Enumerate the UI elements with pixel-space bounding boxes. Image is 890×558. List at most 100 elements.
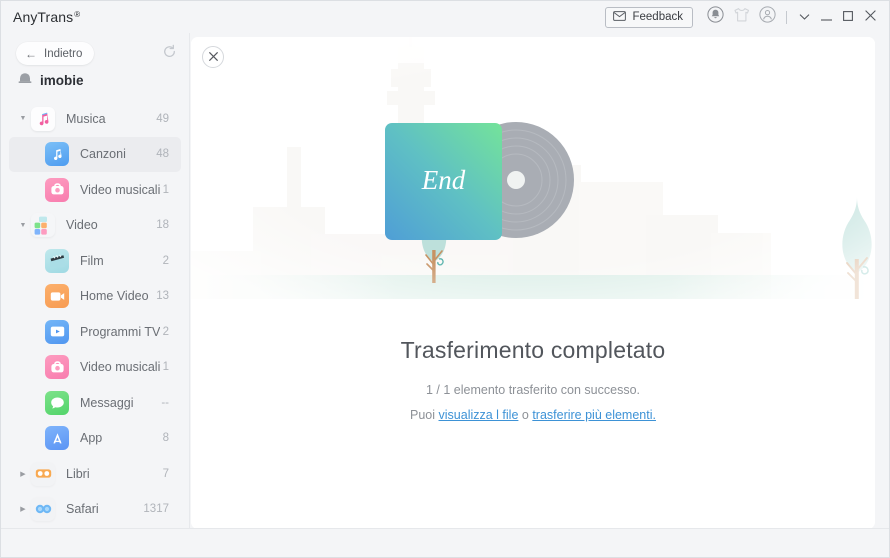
sidebar-item-count: 48 [156,148,169,161]
title-bar: AnyTrans ® Feedback [1,1,889,33]
divider [786,10,787,24]
chevron-down-icon[interactable]: ▼ [15,222,31,229]
sidebar-item-count: 18 [156,219,169,232]
theme-button[interactable] [728,4,754,30]
account-button[interactable] [754,4,780,30]
chevron-right-icon[interactable]: ▶ [15,505,31,513]
sidebar-item-label: Safari [66,502,99,517]
sidebar-item-label: Messaggi [80,395,134,410]
sidebar: ← Indietro imobie ▼ Musica 49 Canzoni 48… [1,33,190,557]
music-video-icon [45,355,69,380]
app-store-icon [45,426,69,451]
device-row[interactable]: imobie [18,71,84,89]
sidebar-nav: ▼ Musica 49 ▼ Canzoni 48 ▼Video musicali1 ▼Vide… [1,101,189,557]
music-video-icon [45,177,69,202]
maximize-button[interactable] [837,4,859,30]
sidebar-item-count: 13 [156,290,169,303]
status-bar [1,528,889,557]
device-name: imobie [40,72,84,88]
sidebar-item-label: Home Video [80,289,149,304]
view-file-link[interactable]: visualizza l file [439,408,519,422]
sidebar-item-label: Canzoni [80,147,126,162]
app-brand: AnyTrans ® [13,9,80,25]
registered-mark: ® [74,10,81,19]
sidebar-item-count: 1317 [143,503,169,516]
sidebar-item-count: 1 [162,361,169,374]
chevron-right-icon[interactable]: ▶ [15,470,31,478]
menu-dropdown-button[interactable] [793,4,815,30]
device-icon [18,71,32,89]
sidebar-item-messaggi[interactable]: ▼Messaggi-- [9,385,181,421]
sidebar-item-label: Film [80,253,104,268]
sidebar-item-label: Video [66,218,98,233]
feedback-label: Feedback [632,11,683,23]
sidebar-item-count: -- [161,396,169,409]
sidebar-item-count: 7 [162,467,169,480]
sidebar-item-count: 49 [156,112,169,125]
transfer-more-link[interactable]: trasferire più elementi. [532,408,656,422]
maximize-icon [843,8,853,26]
sidebar-item-count: 8 [162,432,169,445]
back-button-label: Indietro [44,47,83,60]
music-icon [31,106,55,131]
sidebar-item-count: 2 [162,254,169,267]
sidebar-item-label: Video musicali [80,360,161,375]
tv-show-icon [45,319,69,344]
sidebar-item-film[interactable]: ▼Film2 [9,243,181,279]
title-bar-controls: Feedback [605,4,889,30]
account-icon [758,6,776,28]
sidebar-item-video-musicali[interactable]: ▼Video musicali1 [9,172,181,208]
completion-subtitle: 1 / 1 elemento trasferito con successo. [426,383,640,397]
sidebar-item-count: 2 [162,325,169,338]
close-icon [208,48,218,66]
sidebar-item-count: 1 [162,183,169,196]
sidebar-item-video-musicali[interactable]: ▼Video musicali1 [9,350,181,386]
sidebar-item-label: Libri [66,466,90,481]
refresh-button[interactable] [159,43,180,64]
chevron-down-icon[interactable]: ▼ [15,115,31,122]
links-prefix: Puoi [410,408,439,422]
links-middle: o [518,408,533,422]
sidebar-item-label: Programmi TV [80,324,161,339]
messages-icon [45,390,69,415]
app-brand-name: AnyTrans [13,9,74,25]
song-icon [45,142,69,167]
film-icon [45,248,69,273]
sidebar-item-video[interactable]: ▼ Video 18 [9,208,181,244]
arrow-left-icon: ← [25,46,37,61]
sidebar-item-home-video[interactable]: ▼Home Video13 [9,279,181,315]
transfer-result-panel: End Trasferimento completato 1 / 1 eleme… [191,37,875,529]
sidebar-item-app[interactable]: ▼App8 [9,421,181,457]
sidebar-item-label: App [80,431,103,446]
video-group-icon [31,213,55,238]
chevron-down-icon [799,8,810,26]
sidebar-item-programmi-tv[interactable]: ▼Programmi TV2 [9,314,181,350]
back-button[interactable]: ← Indietro [16,42,95,65]
bell-icon [706,6,724,28]
panel-close-button[interactable] [202,46,224,68]
shirt-icon [733,7,750,28]
sidebar-item-safari[interactable]: ▶ Safari 1317 [9,492,181,528]
window-close-button[interactable] [859,4,881,30]
sidebar-header: ← Indietro imobie [1,33,189,101]
sidebar-item-canzoni[interactable]: ▼Canzoni48 [9,136,181,172]
books-icon [31,461,55,486]
close-icon [864,8,876,26]
sidebar-item-label: Video musicali [80,182,161,197]
safari-icon [31,497,55,522]
notifications-button[interactable] [702,4,728,30]
envelope-icon [613,10,627,24]
anytrans-window: AnyTrans ® Feedback ← Indietro imobie ▼ … [0,0,890,558]
sidebar-item-libri[interactable]: ▶ Libri 7 [9,456,181,492]
completion-title: Trasferimento completato [400,337,666,363]
sidebar-item-label: Musica [66,111,106,126]
home-video-icon [45,284,69,309]
refresh-icon [162,44,177,64]
completion-message: Trasferimento completato 1 / 1 elemento … [191,337,875,422]
feedback-button[interactable]: Feedback [605,6,693,28]
sidebar-item-musica[interactable]: ▼ Musica 49 [9,101,181,137]
minimize-icon [820,8,832,26]
minimize-button[interactable] [815,4,837,30]
completion-illustration: End [191,37,875,299]
completion-links: Puoi visualizza l file o trasferire più … [191,408,875,422]
